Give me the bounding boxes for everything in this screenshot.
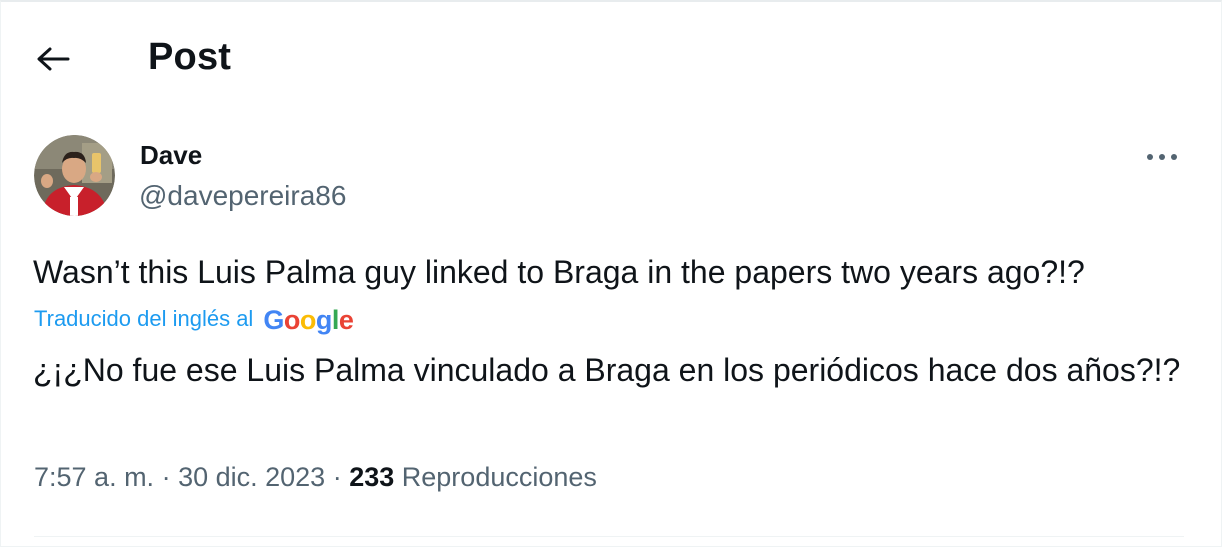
translation-attribution: Traducido del inglés al Google [34,302,354,336]
views-count[interactable]: 233 [349,462,394,493]
translated-label[interactable]: Traducido del inglés al [34,306,253,332]
views-label[interactable]: Reproducciones [402,462,597,493]
post-meta: 7:57 a. m. · 30 dic. 2023 · 233 Reproduc… [34,462,597,493]
page-title: Post [148,36,232,78]
divider [34,536,1184,537]
avatar[interactable] [34,135,115,216]
translated-text: ¿¡¿No fue ese Luis Palma vinculado a Bra… [33,352,1181,388]
meta-separator: · [154,462,179,492]
google-logo: Google [263,304,354,335]
author-display-name[interactable]: Dave [140,140,202,171]
author-handle[interactable]: @davepereira86 [139,180,346,212]
arrow-left-icon [37,47,70,71]
post-time[interactable]: 7:57 a. m. [34,462,154,493]
more-options-button[interactable] [1142,142,1182,172]
meta-separator: · [325,462,350,492]
post-date[interactable]: 30 dic. 2023 [178,462,325,493]
user-avatar [34,135,115,216]
tweet-text: Wasn’t this Luis Palma guy linked to Bra… [33,254,1085,290]
more-horizontal-icon [1147,154,1177,160]
back-button[interactable] [30,38,76,80]
